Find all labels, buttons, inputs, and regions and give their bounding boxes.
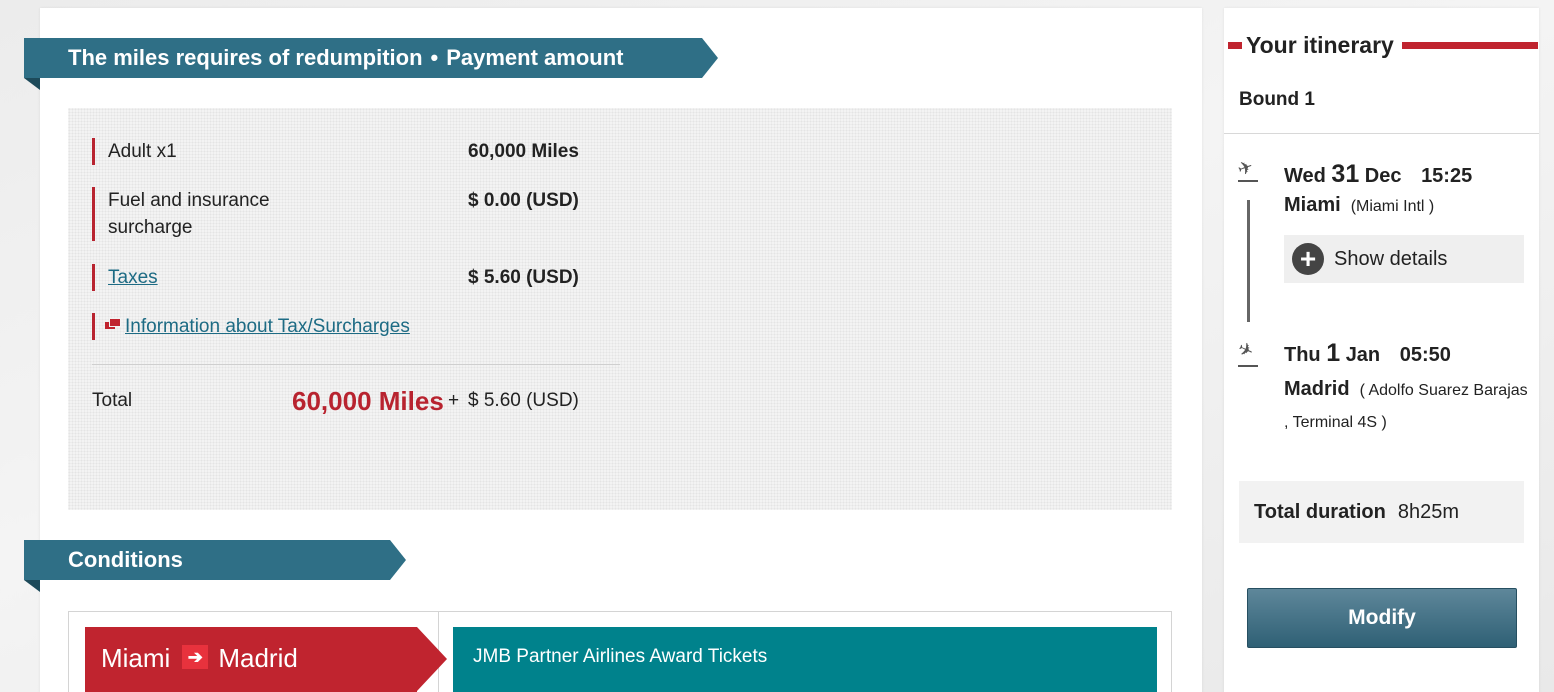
- arrival-location: Madrid( Adolfo Suarez Barajas , Terminal…: [1284, 374, 1534, 438]
- total-miles: 60,000 Miles: [292, 386, 444, 416]
- arrival-month: Jan: [1345, 344, 1381, 366]
- show-details-button[interactable]: + Show details: [1284, 235, 1524, 283]
- duration-label: Total duration: [1254, 500, 1386, 523]
- award-type-label: JMB Partner Airlines Award Tickets: [473, 646, 768, 667]
- banner-fold: [24, 78, 40, 90]
- plus-circle-icon: +: [1292, 243, 1324, 275]
- arrival-datetime: Thu 1 Jan 05:50: [1284, 339, 1451, 368]
- departure-datetime: Wed 31 Dec 15:25: [1284, 160, 1472, 189]
- departure-month: Dec: [1364, 165, 1402, 187]
- fare-value: $ 5.60 (USD): [468, 267, 579, 288]
- itinerary-panel: Your itinerary Bound 1 ✈ Wed 31 Dec 15:2…: [1224, 8, 1539, 692]
- banner-separator: •: [430, 45, 439, 70]
- takeoff-ground-line: [1238, 180, 1258, 182]
- total-plus: +: [448, 390, 460, 411]
- show-details-label: Show details: [1334, 247, 1448, 270]
- modify-button[interactable]: Modify: [1247, 588, 1517, 648]
- fare-row-adult: Adult x1 60,000 Miles: [92, 138, 612, 166]
- fare-value: $ 0.00 (USD): [468, 190, 579, 211]
- conditions-section-banner: Conditions: [24, 540, 406, 580]
- fare-label: Adult x1: [92, 138, 352, 165]
- total-label: Total: [92, 390, 133, 411]
- conditions-box: Miami ➔ Madrid JMB Partner Airlines Awar…: [68, 611, 1172, 692]
- route-origin: Miami: [101, 643, 171, 673]
- payment-banner-subtitle: Payment amount: [446, 45, 624, 70]
- departure-airport: (Miami Intl ): [1350, 198, 1435, 215]
- departure-weekday: Wed: [1284, 165, 1326, 187]
- total-usd: $ 5.60 (USD): [468, 390, 579, 411]
- route-tab[interactable]: Miami ➔ Madrid: [85, 627, 447, 692]
- arrow-right-icon: ➔: [182, 645, 208, 669]
- fare-value: 60,000 Miles: [468, 141, 579, 162]
- tax-info-container: Information about Tax/Surcharges: [92, 313, 492, 340]
- fare-row-taxes: Taxes $ 5.60 (USD): [92, 264, 612, 292]
- departure-city: Miami: [1284, 194, 1341, 216]
- landing-ground-line: [1238, 365, 1258, 367]
- tax-info-row: Information about Tax/Surcharges: [92, 313, 612, 341]
- itinerary-header: Your itinerary: [1224, 31, 1539, 61]
- bound-label: Bound 1: [1239, 89, 1315, 110]
- banner-fold: [24, 580, 40, 592]
- fare-label: Fuel and insurance surcharge: [92, 187, 352, 241]
- total-divider: [92, 364, 620, 365]
- route-destination: Madrid: [218, 643, 298, 673]
- header-accent-bar: [1402, 42, 1538, 49]
- payment-summary: Adult x1 60,000 Miles Fuel and insurance…: [68, 108, 1172, 510]
- plane-landing-icon: ✈: [1234, 337, 1257, 363]
- itinerary-title: Your itinerary: [1246, 32, 1394, 58]
- payment-banner-title: The miles requires of redumpition: [68, 45, 423, 70]
- fare-row-surcharge: Fuel and insurance surcharge $ 0.00 (USD…: [92, 187, 612, 243]
- conditions-banner-title: Conditions: [68, 547, 183, 572]
- arrival-day: 1: [1326, 339, 1341, 367]
- departure-day: 31: [1331, 160, 1360, 188]
- arrival-weekday: Thu: [1284, 344, 1321, 366]
- external-window-icon: [105, 318, 121, 330]
- duration-value: 8h25m: [1397, 500, 1459, 523]
- plane-takeoff-icon: ✈: [1234, 156, 1256, 181]
- taxes-link[interactable]: Taxes: [108, 267, 158, 288]
- header-accent-bar: [1228, 42, 1242, 49]
- flight-timeline: [1247, 200, 1250, 322]
- bound-divider: [1224, 133, 1539, 134]
- award-type-tab[interactable]: JMB Partner Airlines Award Tickets: [453, 627, 1157, 692]
- arrival-city: Madrid: [1284, 378, 1350, 400]
- payment-section-banner: The miles requires of redumpition • Paym…: [24, 38, 718, 78]
- departure-time: 15:25: [1421, 165, 1473, 187]
- tax-info-link[interactable]: Information about Tax/Surcharges: [125, 316, 410, 337]
- arrival-time: 05:50: [1399, 344, 1451, 366]
- total-duration: Total duration 8h25m: [1239, 481, 1524, 543]
- fare-label-container: Taxes: [92, 264, 352, 291]
- departure-location: Miami (Miami Intl ): [1284, 194, 1434, 217]
